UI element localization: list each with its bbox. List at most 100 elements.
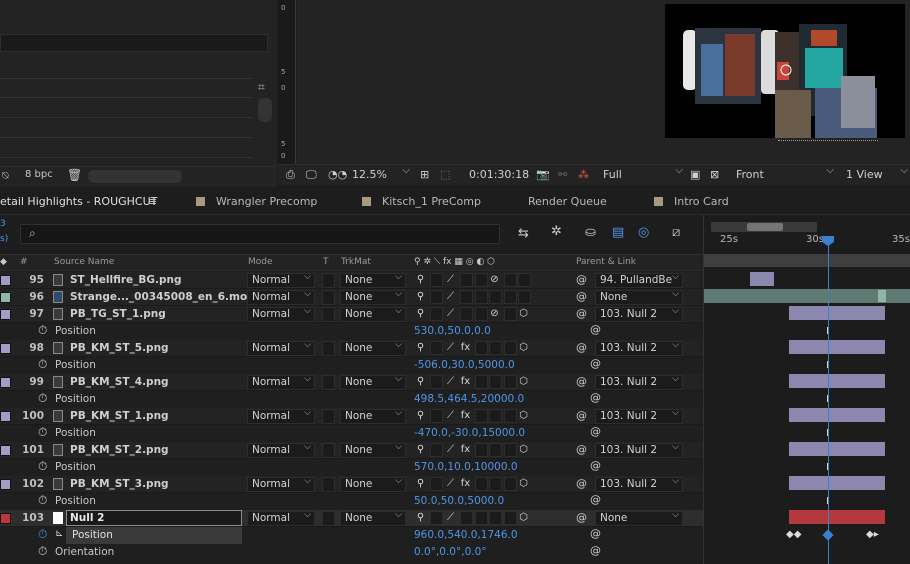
layer-name[interactable]: ST_Hellfire_BG.png (70, 274, 182, 286)
layer-name[interactable]: PB_KM_ST_1.png (70, 410, 169, 422)
current-time-indicator[interactable] (828, 240, 829, 564)
property-value[interactable]: 960.0,540.0,1746.0 (414, 529, 518, 541)
quality-switch-icon[interactable]: ⟋ (445, 274, 456, 286)
parent-dropdown[interactable]: None (595, 289, 683, 305)
layer-bar[interactable] (789, 408, 885, 422)
switch-box[interactable] (489, 341, 502, 355)
switch-box[interactable] (475, 273, 488, 287)
pickwhip-icon[interactable]: @ (576, 273, 587, 286)
mode-dropdown[interactable]: Normal (247, 272, 315, 288)
transparency-grid-icon[interactable]: ⊠ (710, 168, 719, 181)
pickwhip-icon[interactable]: @ (590, 323, 601, 336)
layout-dropdown[interactable]: 1 View (846, 165, 908, 181)
project-scroll[interactable] (88, 170, 182, 183)
comp-flow-icon[interactable]: ⇆ (518, 226, 529, 241)
switch-box[interactable] (475, 307, 488, 321)
switch-box[interactable] (504, 443, 517, 457)
property-row[interactable]: ⏱ Position 570.0,10.0,10000.0 @ (0, 459, 703, 476)
trkmat-column[interactable]: TrkMat (341, 257, 371, 267)
switch-box[interactable] (504, 290, 517, 304)
layer-row-selected[interactable]: 103 Null 2 Normal None ⚲ ⟋ ⬡ @ None (0, 510, 703, 527)
trkmat-dropdown[interactable]: None (340, 306, 406, 322)
interpret-icon[interactable]: ⍉ (2, 169, 9, 183)
view-dropdown[interactable]: Front (736, 165, 834, 181)
graph-icon[interactable]: ⊾ (55, 528, 63, 539)
stopwatch-icon[interactable]: ⏱ (38, 425, 47, 440)
frame-blend-icon[interactable]: ▤ (612, 225, 624, 240)
quality-switch-icon[interactable]: ⟋ (445, 512, 456, 524)
layer-bar-end[interactable] (878, 290, 886, 302)
source-name-column[interactable]: Source Name (54, 257, 114, 267)
property-value[interactable]: 530.0,50.0,0.0 (414, 325, 491, 337)
3d-layer-icon[interactable]: ⬡ (518, 512, 529, 524)
mode-dropdown[interactable]: Normal (247, 306, 315, 322)
switch-box[interactable] (504, 273, 517, 287)
pickwhip-icon[interactable]: @ (590, 527, 601, 540)
camera-icon[interactable]: 📷 (536, 168, 550, 181)
switch-box[interactable] (489, 477, 502, 491)
switch-box[interactable] (504, 511, 517, 525)
property-value[interactable]: -506.0,30.0,5000.0 (414, 359, 515, 371)
layer-name[interactable]: Strange..._00345008_en_6.mov (70, 291, 254, 303)
mode-dropdown[interactable]: Normal (247, 374, 315, 390)
switch-box[interactable] (504, 341, 517, 355)
fx-switch-icon[interactable]: fx (460, 444, 471, 456)
switch-box[interactable] (460, 511, 473, 525)
switch-box[interactable] (475, 477, 488, 491)
property-row-selected[interactable]: ⏱ ⊾ Position 960.0,540.0,1746.0 @ (0, 527, 703, 544)
zoom-dropdown[interactable]: 12.5% (352, 165, 410, 181)
label-color-swatch[interactable] (0, 275, 11, 286)
switch-box[interactable] (475, 341, 488, 355)
layer-row[interactable]: 96 Strange..._00345008_en_6.mov Normal N… (0, 289, 703, 306)
pickwhip-icon[interactable]: @ (576, 477, 587, 490)
fx-switch-icon[interactable]: fx (460, 376, 471, 388)
num-column[interactable]: # (20, 257, 28, 267)
layer-name-edit-box[interactable]: Null 2 (66, 510, 242, 526)
3d-layer-icon[interactable]: ⬡ (518, 376, 529, 388)
shy-switch-icon[interactable]: ⚲ (415, 478, 426, 490)
stopwatch-icon[interactable]: ⏱ (38, 323, 47, 338)
link-icon[interactable]: ⚯ (558, 168, 567, 181)
layer-bar[interactable] (789, 442, 885, 456)
tab-roughcut[interactable]: etail Highlights - ROUGHCUT (0, 195, 157, 208)
motion-blur-icon[interactable]: ◎ (638, 225, 649, 240)
switch-box[interactable] (518, 273, 531, 287)
motion-blur-switch-icon[interactable]: ⊘ (489, 274, 500, 286)
roi-icon[interactable]: ⬚ (440, 168, 450, 181)
preserve-transparency-toggle[interactable] (322, 375, 335, 390)
preserve-transparency-toggle[interactable] (322, 341, 335, 356)
label-color-swatch[interactable] (0, 377, 11, 388)
pickwhip-icon[interactable]: @ (590, 459, 601, 472)
label-color-swatch[interactable] (0, 309, 11, 320)
preserve-transparency-toggle[interactable] (322, 443, 335, 458)
stopwatch-icon[interactable]: ⏱ (38, 493, 47, 508)
navigator-bar[interactable] (711, 222, 817, 232)
label-color-swatch[interactable] (0, 479, 11, 490)
stopwatch-icon[interactable]: ⏱ (38, 391, 47, 406)
mode-dropdown[interactable]: Normal (247, 476, 315, 492)
property-row[interactable]: ⏱ Position -506.0,30.0,5000.0 @ (0, 357, 703, 374)
switch-box[interactable] (430, 443, 443, 457)
grid-icon[interactable]: ⊞ (420, 168, 429, 181)
parent-dropdown[interactable]: 103. Null 2 (595, 476, 683, 492)
pickwhip-icon[interactable]: @ (590, 425, 601, 438)
switch-box[interactable] (504, 477, 517, 491)
trkmat-dropdown[interactable]: None (340, 374, 406, 390)
label-color-swatch[interactable] (0, 343, 11, 354)
property-row[interactable]: ⏱ Position 498.5,464.5,20000.0 @ (0, 391, 703, 408)
resolution-dropdown[interactable]: Full (603, 165, 683, 181)
shy-switch-icon[interactable]: ⚲ (415, 308, 426, 320)
switch-box[interactable] (475, 375, 488, 389)
keyframe-diamond[interactable]: ◆▸ (866, 529, 879, 540)
fx-switch-icon[interactable]: fx (460, 342, 471, 354)
trkmat-dropdown[interactable]: None (340, 289, 406, 305)
preserve-transparency-toggle[interactable] (322, 290, 335, 305)
monitor-icon[interactable]: 🖵 (306, 168, 317, 182)
switch-box[interactable] (430, 307, 443, 321)
property-value[interactable]: 498.5,464.5,20000.0 (414, 393, 524, 405)
quality-switch-icon[interactable]: ⟋ (445, 478, 456, 490)
mode-dropdown[interactable]: Normal (247, 442, 315, 458)
bpc-label[interactable]: 8 bpc (25, 169, 53, 180)
shy-switch-icon[interactable]: ⚲ (415, 512, 426, 524)
switch-box[interactable] (489, 409, 502, 423)
